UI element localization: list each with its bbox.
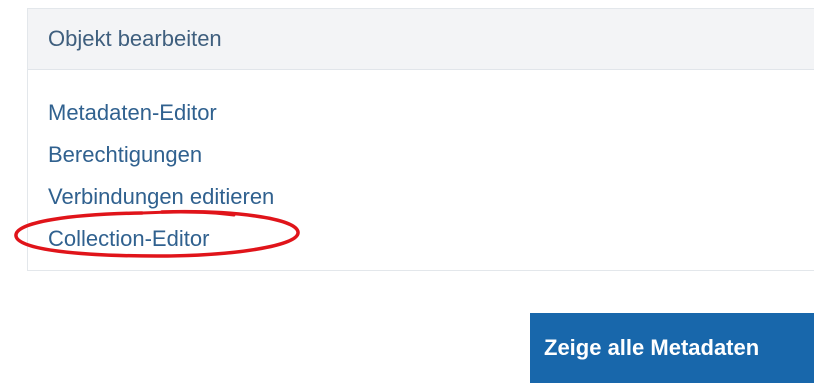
- link-metadata-editor[interactable]: Metadaten-Editor: [48, 92, 217, 134]
- link-edit-connections[interactable]: Verbindungen editieren: [48, 176, 274, 218]
- link-collection-editor[interactable]: Collection-Editor: [48, 218, 209, 260]
- edit-object-panel: Objekt bearbeiten Metadaten-Editor Berec…: [27, 8, 814, 271]
- show-all-metadata-button[interactable]: Zeige alle Metadaten: [530, 313, 814, 383]
- panel-body: Metadaten-Editor Berechtigungen Verbindu…: [28, 70, 814, 260]
- link-permissions[interactable]: Berechtigungen: [48, 134, 202, 176]
- page: Objekt bearbeiten Metadaten-Editor Berec…: [0, 0, 814, 383]
- panel-heading: Objekt bearbeiten: [28, 9, 814, 70]
